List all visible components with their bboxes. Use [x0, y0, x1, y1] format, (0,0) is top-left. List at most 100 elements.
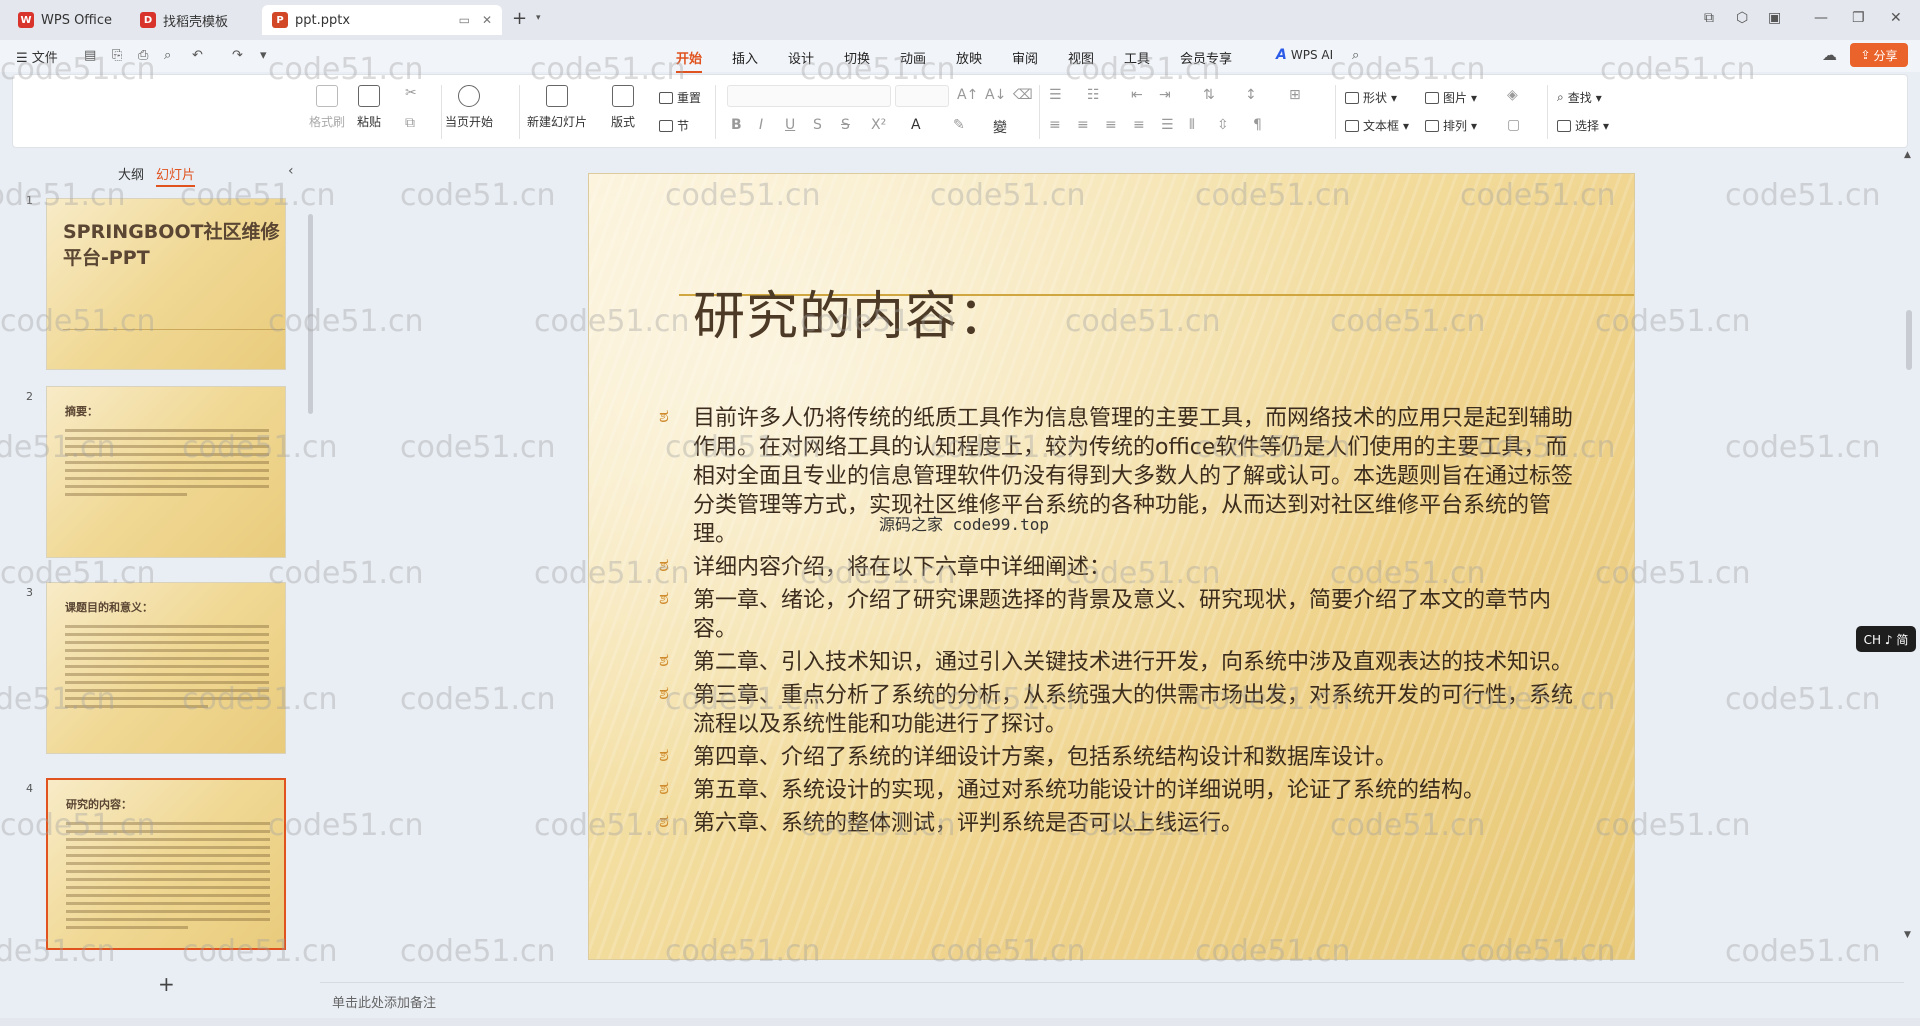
tab-template[interactable]: D 找稻壳模板	[130, 5, 258, 35]
paste-button[interactable]: 粘贴	[357, 85, 381, 130]
picture-button[interactable]: 图片 ▾	[1425, 89, 1477, 106]
redo-icon[interactable]: ↷	[232, 48, 243, 63]
vertical-align-icon[interactable]: ⇳	[1217, 117, 1229, 133]
find-button[interactable]: ⌕ 查找 ▾	[1557, 89, 1602, 106]
tab-home[interactable]: 开始	[676, 48, 703, 73]
select-button[interactable]: 选择 ▾	[1557, 117, 1609, 134]
tab-design[interactable]: 设计	[788, 48, 814, 67]
columns-icon[interactable]: ⫴	[1189, 117, 1195, 133]
outdent-icon[interactable]: ⇤	[1131, 87, 1143, 103]
scroll-thumb[interactable]	[1906, 310, 1912, 370]
fill-icon[interactable]: ◈	[1507, 87, 1518, 103]
align-center-icon[interactable]: ≡	[1077, 117, 1089, 133]
highlight-icon[interactable]: ✎	[953, 117, 965, 133]
text-direction-icon[interactable]: ⇅	[1203, 87, 1215, 103]
font-color-icon[interactable]: A	[911, 117, 921, 133]
tab-view[interactable]: 视图	[1068, 48, 1094, 67]
ime-indicator[interactable]: CH ♪ 简	[1856, 626, 1916, 652]
save-icon[interactable]: ▤	[84, 48, 96, 63]
tab-insert[interactable]: 插入	[732, 48, 758, 67]
underline-icon[interactable]: U	[785, 117, 795, 133]
font-family-select[interactable]	[727, 85, 891, 107]
bullet-item: ಶ 详细内容介绍，将在以下六章中详细阐述：	[659, 553, 1589, 582]
indent-icon[interactable]: ⇥	[1159, 87, 1171, 103]
avatar[interactable]: ▣	[1768, 10, 1781, 26]
cut-icon[interactable]: ✂	[405, 85, 417, 101]
shadow-icon[interactable]: S	[813, 117, 822, 133]
format-painter-button[interactable]: 格式刷	[309, 85, 345, 130]
layout-button[interactable]: 版式	[611, 85, 635, 130]
font-size-select[interactable]	[895, 85, 949, 107]
search-icon[interactable]: ⌕	[1352, 48, 1359, 63]
distribute-icon[interactable]: ☰	[1161, 117, 1174, 133]
cube-icon[interactable]: ⬡	[1736, 10, 1748, 26]
slide-thumbnail-2[interactable]: 摘要：	[46, 386, 286, 558]
slide-title[interactable]: 研究的内容：	[693, 274, 1011, 349]
shape-button[interactable]: 形状 ▾	[1345, 89, 1397, 106]
slide-thumbnail-3[interactable]: 课题目的和意义：	[46, 582, 286, 754]
slideshow-from-current-button[interactable]: 当页开始	[445, 85, 493, 130]
numbering-icon[interactable]: ☷	[1087, 87, 1100, 103]
export-icon[interactable]: ⎘	[112, 48, 122, 63]
tab-wps-office[interactable]: W WPS Office	[8, 5, 122, 35]
slide-thumbnail-1[interactable]: SPRINGBOOT社区维修平台-PPT	[46, 198, 286, 370]
outline-icon[interactable]: ▢	[1507, 117, 1520, 133]
scroll-down-icon[interactable]: ▼	[1904, 930, 1911, 940]
layout-icon[interactable]: ⧉	[1704, 10, 1714, 26]
slide-thumbnail-4[interactable]: 研究的内容：	[46, 778, 286, 950]
bullets-icon[interactable]: ☰	[1049, 87, 1062, 103]
tab-outline[interactable]: 大纲	[118, 164, 144, 183]
strikethrough-icon[interactable]: S	[841, 117, 850, 133]
print-icon[interactable]: ⎙	[138, 48, 148, 63]
tab-animation[interactable]: 动画	[900, 48, 926, 67]
textbox-button[interactable]: 文本框 ▾	[1345, 117, 1409, 134]
collapse-pane-icon[interactable]: ‹	[288, 163, 294, 179]
thumbnail-scrollbar[interactable]	[308, 214, 313, 414]
reset-button[interactable]: 重置	[659, 89, 701, 106]
slide-canvas[interactable]: 研究的内容： ಶ 目前许多人仍将传统的纸质工具作为信息管理的主要工具，而网络技术的…	[588, 173, 1635, 960]
quick-access-more-icon[interactable]: ▾	[260, 48, 267, 63]
wps-ai-button[interactable]: A WPS AI	[1276, 47, 1333, 63]
decrease-font-icon[interactable]: A↓	[985, 87, 1006, 103]
tab-slideshow[interactable]: 放映	[956, 48, 982, 67]
clear-format-icon[interactable]: ⌫	[1013, 87, 1033, 103]
tab-transition[interactable]: 切换	[844, 48, 870, 67]
tab-review[interactable]: 审阅	[1012, 48, 1038, 67]
restore-icon[interactable]: ❐	[1852, 10, 1865, 26]
tab-slides[interactable]: 幻灯片	[156, 164, 196, 187]
print-preview-icon[interactable]: ⌕	[164, 48, 171, 63]
chevron-down-icon[interactable]: ▾	[536, 13, 541, 23]
justify-icon[interactable]: ≡	[1133, 117, 1145, 133]
copy-icon[interactable]: ⧉	[405, 115, 415, 131]
share-button[interactable]: ⇪ 分享	[1850, 43, 1908, 67]
align-right-icon[interactable]: ≡	[1105, 117, 1117, 133]
arrange-button[interactable]: 排列 ▾	[1425, 117, 1477, 134]
scroll-up-icon[interactable]: ▲	[1904, 150, 1911, 160]
new-slide-button[interactable]: 新建幻灯片	[527, 85, 587, 130]
section-button[interactable]: 节	[659, 117, 689, 134]
new-tab-icon[interactable]: +	[512, 10, 527, 28]
increase-font-icon[interactable]: A↑	[957, 87, 978, 103]
tab-ppt[interactable]: P ppt.pptx ▭ ✕	[262, 5, 502, 35]
minimize-icon[interactable]: —	[1814, 10, 1828, 26]
char-spacing-icon[interactable]: 變	[993, 117, 1007, 137]
add-slide-icon[interactable]: +	[158, 972, 175, 996]
bold-icon[interactable]: B	[731, 117, 742, 133]
superscript-icon[interactable]: X²	[871, 117, 886, 133]
slide-body[interactable]: ಶ 目前许多人仍将传统的纸质工具作为信息管理的主要工具，而网络技术的应用只是起到辅…	[659, 404, 1589, 842]
window-mode-icon[interactable]: ▭	[459, 13, 470, 27]
undo-icon[interactable]: ↶	[192, 48, 203, 63]
italic-icon[interactable]: I	[759, 117, 763, 133]
line-spacing-icon[interactable]: ↕	[1245, 87, 1257, 103]
paragraph-icon[interactable]: ¶	[1253, 117, 1262, 133]
cloud-sync-icon[interactable]: ☁	[1822, 46, 1837, 64]
close-window-icon[interactable]: ✕	[1890, 10, 1902, 26]
tab-member[interactable]: 会员专享	[1180, 48, 1232, 67]
convert-smartart-icon[interactable]: ⊞	[1289, 87, 1301, 103]
align-left-icon[interactable]: ≡	[1049, 117, 1061, 133]
file-menu[interactable]: ☰ 文件	[16, 47, 58, 66]
close-tab-icon[interactable]: ✕	[482, 13, 492, 27]
notes-area[interactable]: 单击此处添加备注	[320, 982, 1904, 1016]
tab-tools[interactable]: 工具	[1124, 48, 1150, 67]
editor-scrollbar[interactable]: ▲ ▼	[1904, 150, 1914, 980]
